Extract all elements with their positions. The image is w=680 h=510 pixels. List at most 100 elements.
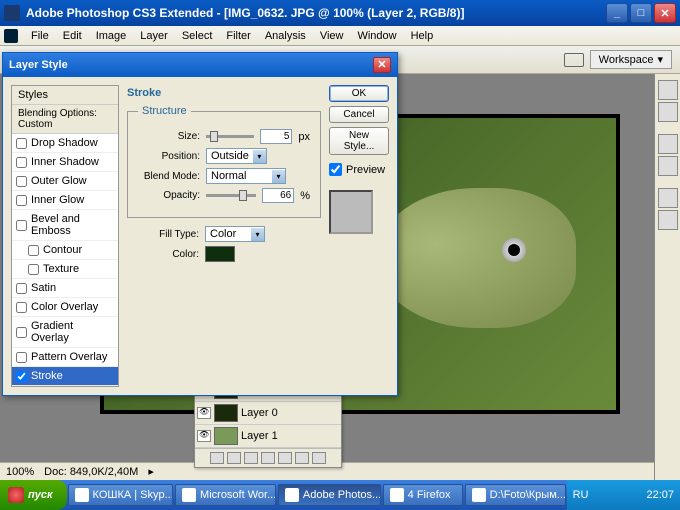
style-item-satin[interactable]: Satin xyxy=(12,279,118,298)
visibility-icon[interactable] xyxy=(197,430,211,442)
taskbar-label: D:\Foto\Крым... xyxy=(490,489,566,501)
workspace-button[interactable]: Workspace ▾ xyxy=(590,50,672,69)
blendmode-combo[interactable]: Normal▾ xyxy=(206,168,286,184)
layer-thumbnail[interactable] xyxy=(214,427,238,445)
layer-style-icon[interactable] xyxy=(227,452,241,464)
style-checkbox[interactable] xyxy=(16,176,27,187)
dialog-close-button[interactable]: ✕ xyxy=(373,57,391,73)
style-checkbox[interactable] xyxy=(16,283,27,294)
taskbar-item[interactable]: D:\Foto\Крым... xyxy=(465,484,566,506)
taskbar-label: КОШКА | Skyp... xyxy=(93,489,174,501)
menu-file[interactable]: File xyxy=(24,28,56,44)
style-label: Texture xyxy=(43,263,79,275)
link-layers-icon[interactable] xyxy=(210,452,224,464)
new-layer-icon[interactable] xyxy=(295,452,309,464)
preview-checkbox[interactable]: Preview xyxy=(329,163,389,176)
menu-image[interactable]: Image xyxy=(89,28,134,44)
delete-layer-icon[interactable] xyxy=(312,452,326,464)
tray-icon-1[interactable] xyxy=(592,488,606,502)
layer-row[interactable]: Layer 0 xyxy=(195,402,341,425)
taskbar-item[interactable]: Microsoft Wor... xyxy=(175,484,276,506)
window-maximize-button[interactable]: □ xyxy=(630,3,652,23)
window-close-button[interactable]: ✕ xyxy=(654,3,676,23)
menu-layer[interactable]: Layer xyxy=(133,28,175,44)
layer-group-icon[interactable] xyxy=(278,452,292,464)
style-item-texture[interactable]: Texture xyxy=(12,260,118,279)
style-item-drop-shadow[interactable]: Drop Shadow xyxy=(12,134,118,153)
style-checkbox[interactable] xyxy=(16,220,27,231)
dialog-titlebar[interactable]: Layer Style ✕ xyxy=(3,53,397,77)
style-checkbox[interactable] xyxy=(16,195,27,206)
style-item-stroke[interactable]: Stroke xyxy=(12,367,118,386)
tool-button-6[interactable] xyxy=(658,210,678,230)
style-item-contour[interactable]: Contour xyxy=(12,241,118,260)
menu-view[interactable]: View xyxy=(313,28,351,44)
filltype-combo[interactable]: Color▾ xyxy=(205,226,265,242)
ok-button[interactable]: OK xyxy=(329,85,389,102)
style-checkbox[interactable] xyxy=(28,245,39,256)
menu-select[interactable]: Select xyxy=(175,28,220,44)
taskbar-item[interactable]: КОШКА | Skyp... xyxy=(68,484,174,506)
style-label: Drop Shadow xyxy=(31,137,98,149)
style-checkbox[interactable] xyxy=(16,138,27,149)
position-combo[interactable]: Outside▾ xyxy=(206,148,267,164)
adjustment-layer-icon[interactable] xyxy=(261,452,275,464)
tool-button-1[interactable] xyxy=(658,80,678,100)
style-checkbox[interactable] xyxy=(16,371,27,382)
style-checkbox[interactable] xyxy=(28,264,39,275)
language-indicator[interactable]: RU xyxy=(573,489,589,501)
size-input[interactable] xyxy=(260,129,292,144)
tray-icon-3[interactable] xyxy=(628,488,642,502)
taskbar-label: Microsoft Wor... xyxy=(200,489,276,501)
layer-row[interactable]: Layer 1 xyxy=(195,425,341,448)
taskbar-item[interactable]: Adobe Photos... xyxy=(278,484,381,506)
camera-icon[interactable] xyxy=(564,53,584,67)
tool-button-4[interactable] xyxy=(658,156,678,176)
style-checkbox[interactable] xyxy=(16,157,27,168)
menu-analysis[interactable]: Analysis xyxy=(258,28,313,44)
style-checkbox[interactable] xyxy=(16,352,27,363)
app-icon xyxy=(182,488,196,502)
clock[interactable]: 22:07 xyxy=(646,489,674,501)
taskbar-label: Adobe Photos... xyxy=(303,489,381,501)
opacity-input[interactable] xyxy=(262,188,294,203)
style-item-inner-shadow[interactable]: Inner Shadow xyxy=(12,153,118,172)
menu-filter[interactable]: Filter xyxy=(219,28,257,44)
tool-button-2[interactable] xyxy=(658,102,678,122)
menu-window[interactable]: Window xyxy=(350,28,403,44)
styles-list: Styles Blending Options: Custom Drop Sha… xyxy=(11,85,119,387)
style-item-inner-glow[interactable]: Inner Glow xyxy=(12,191,118,210)
style-item-gradient-overlay[interactable]: Gradient Overlay xyxy=(12,317,118,348)
system-tray: RU 22:07 xyxy=(567,480,680,510)
style-item-outer-glow[interactable]: Outer Glow xyxy=(12,172,118,191)
style-item-bevel-and-emboss[interactable]: Bevel and Emboss xyxy=(12,210,118,241)
layer-mask-icon[interactable] xyxy=(244,452,258,464)
style-item-pattern-overlay[interactable]: Pattern Overlay xyxy=(12,348,118,367)
style-label: Stroke xyxy=(31,370,63,382)
style-item-color-overlay[interactable]: Color Overlay xyxy=(12,298,118,317)
taskbar-item[interactable]: 4 Firefox xyxy=(383,484,463,506)
menu-help[interactable]: Help xyxy=(404,28,441,44)
color-swatch[interactable] xyxy=(205,246,235,262)
panel-title: Stroke xyxy=(127,85,321,105)
start-button[interactable]: пуск xyxy=(0,480,67,510)
style-checkbox[interactable] xyxy=(16,327,27,338)
styles-header[interactable]: Styles xyxy=(12,86,118,105)
doc-info[interactable]: Doc: 849,0K/2,40M xyxy=(44,466,138,478)
menu-edit[interactable]: Edit xyxy=(56,28,89,44)
tool-button-5[interactable] xyxy=(658,188,678,208)
style-checkbox[interactable] xyxy=(16,302,27,313)
cancel-button[interactable]: Cancel xyxy=(329,106,389,123)
window-minimize-button[interactable]: _ xyxy=(606,3,628,23)
new-style-button[interactable]: New Style... xyxy=(329,127,389,155)
tray-icon-2[interactable] xyxy=(610,488,624,502)
size-slider[interactable] xyxy=(206,135,254,138)
preview-checkbox-input[interactable] xyxy=(329,163,342,176)
zoom-value[interactable]: 100% xyxy=(6,466,34,478)
status-arrow-icon[interactable]: ▸ xyxy=(148,465,154,478)
blending-options-header[interactable]: Blending Options: Custom xyxy=(12,105,118,134)
visibility-icon[interactable] xyxy=(197,407,211,419)
opacity-slider[interactable] xyxy=(206,194,256,197)
tool-button-3[interactable] xyxy=(658,134,678,154)
layer-thumbnail[interactable] xyxy=(214,404,238,422)
